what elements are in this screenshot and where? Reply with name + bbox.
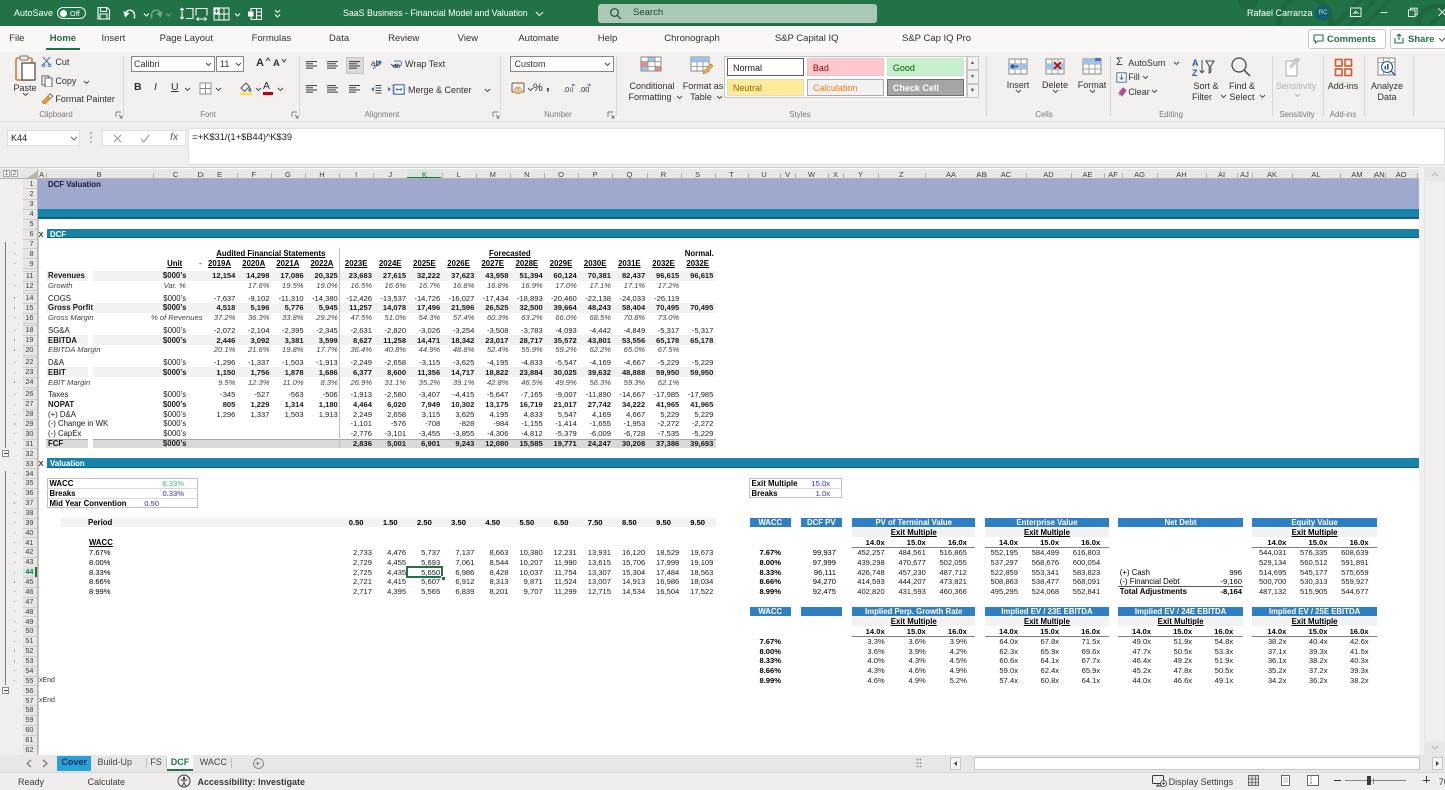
svg-text:ab: ab	[371, 59, 380, 68]
svg-text:0: 0	[570, 88, 574, 93]
svg-text:ab: ab	[393, 63, 401, 69]
svg-text:.0: .0	[563, 85, 569, 93]
svg-text:$: $	[516, 88, 520, 94]
svg-text:A: A	[1192, 58, 1199, 68]
svg-text:Z: Z	[1192, 68, 1198, 78]
svg-text:.00: .00	[579, 85, 589, 93]
